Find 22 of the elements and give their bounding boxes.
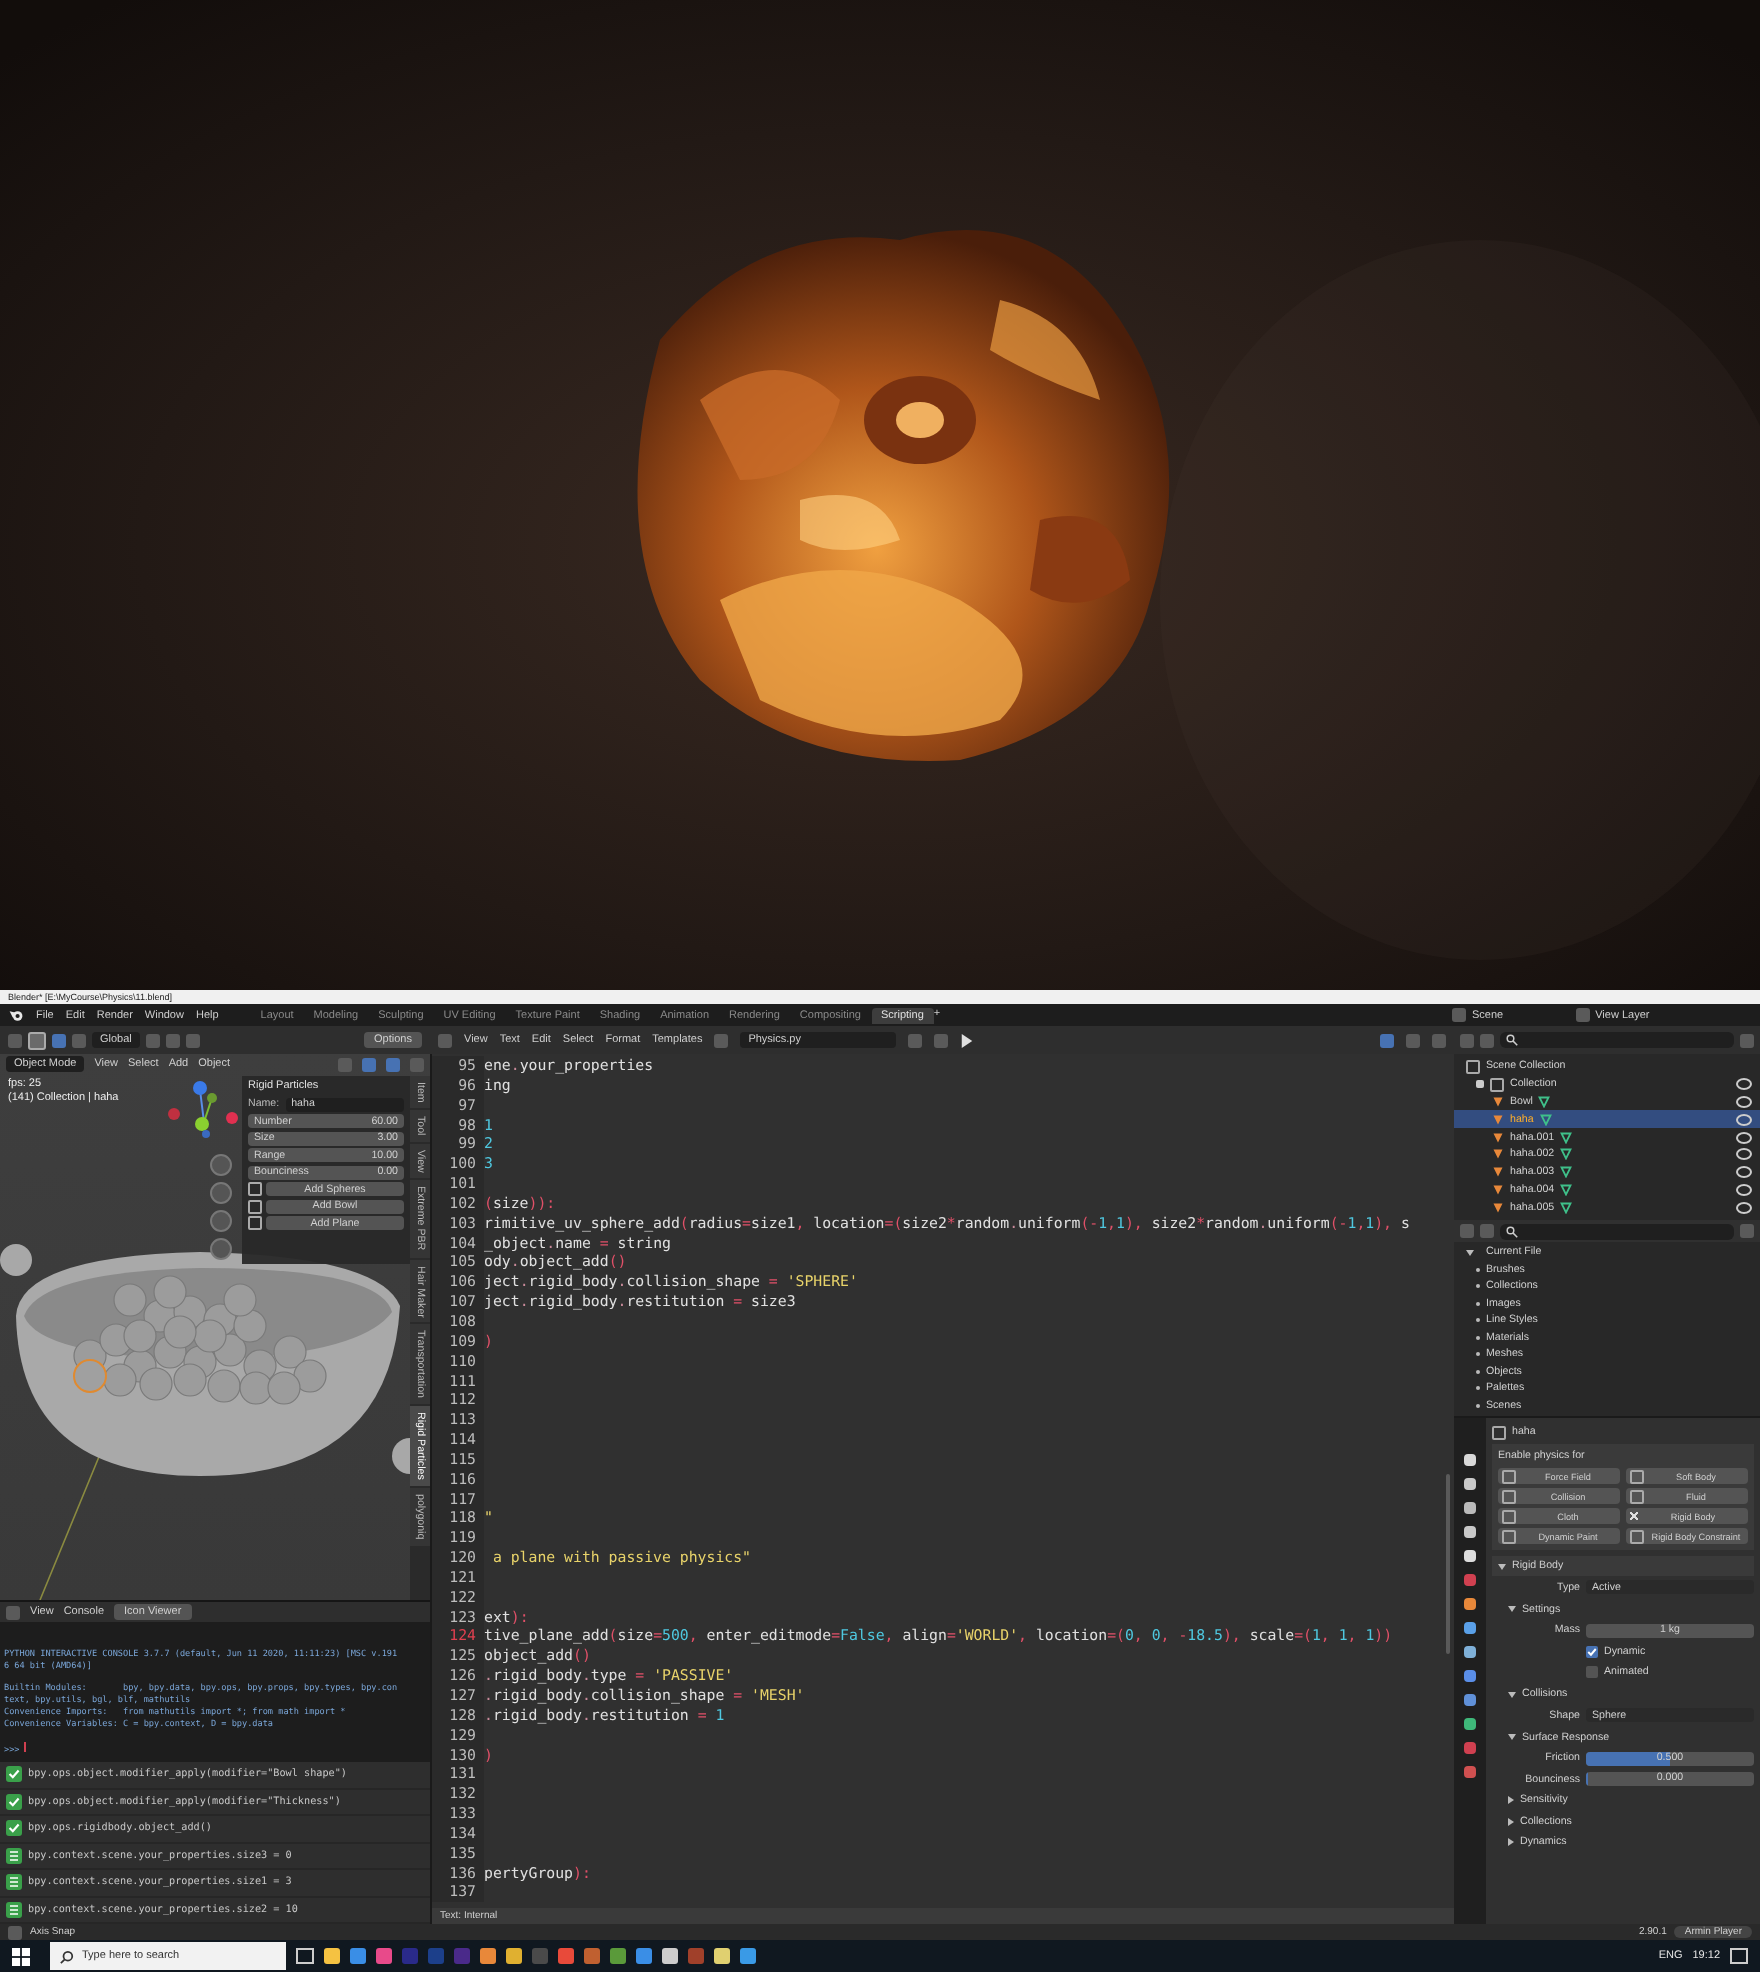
search-field[interactable] [1500, 1032, 1734, 1048]
windows-logo-icon[interactable] [12, 1947, 30, 1965]
checkbox[interactable] [1586, 1666, 1598, 1679]
property-icon [6, 1901, 22, 1918]
checkbox-icon[interactable] [1476, 1080, 1484, 1089]
search-field[interactable] [1500, 1223, 1734, 1240]
check-icon [6, 1793, 22, 1810]
notification-icon[interactable] [1730, 1948, 1748, 1964]
check-icon [6, 1766, 22, 1783]
property-icon [6, 1847, 22, 1864]
run-script-icon[interactable] [960, 1033, 975, 1047]
search-icon [60, 1949, 74, 1963]
search-icon [1506, 1225, 1518, 1238]
remove-icon [1630, 1512, 1638, 1521]
search-icon [1506, 1034, 1518, 1046]
select-tool-icon[interactable] [28, 1031, 46, 1049]
task-view-icon[interactable] [296, 1948, 314, 1964]
expand-icon[interactable] [1466, 1249, 1474, 1256]
property-icon [6, 1874, 22, 1891]
blender-logo-icon[interactable] [8, 1007, 24, 1023]
check-icon [6, 1820, 22, 1837]
checkbox[interactable] [1586, 1645, 1598, 1658]
